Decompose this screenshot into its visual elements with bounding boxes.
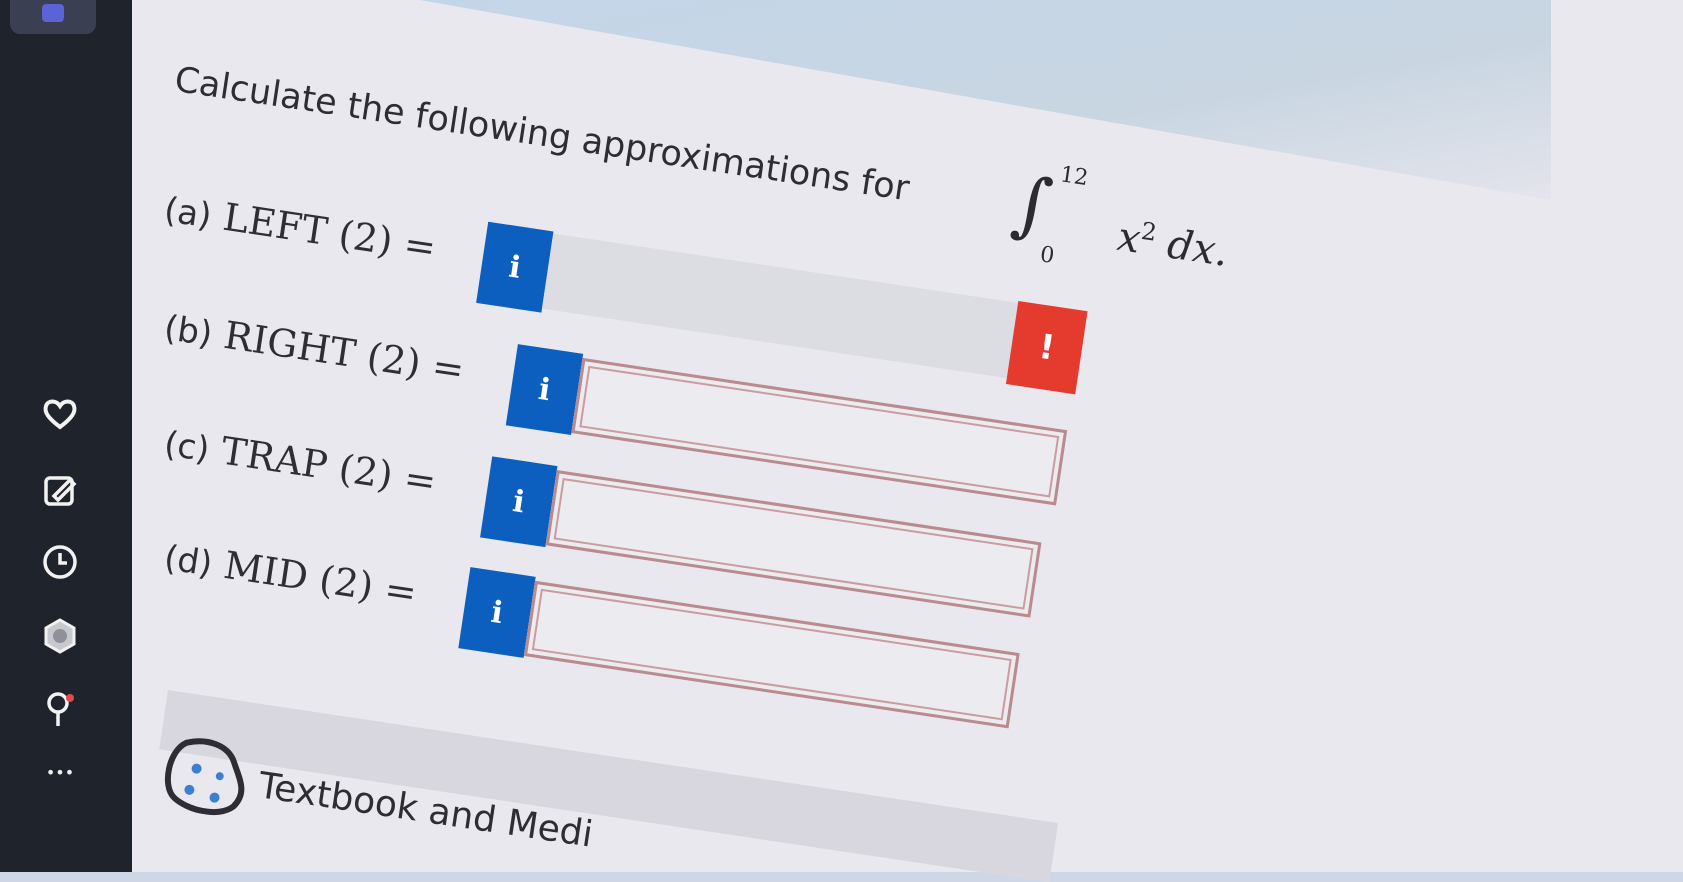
- integrand-differential: dx.: [1164, 221, 1232, 276]
- hexagon-icon[interactable]: [38, 614, 82, 658]
- error-icon[interactable]: !: [1005, 300, 1088, 395]
- clock-icon[interactable]: [38, 540, 82, 584]
- pin-icon[interactable]: [38, 688, 82, 732]
- part-d-letter: (d): [161, 537, 216, 585]
- app-sidebar: •••: [0, 0, 132, 872]
- info-button[interactable]: i: [476, 221, 554, 313]
- info-button[interactable]: i: [458, 567, 536, 658]
- logo-icon: [42, 4, 64, 22]
- integral-upper-limit: 12: [1058, 162, 1090, 192]
- edit-icon[interactable]: [38, 468, 82, 512]
- part-c-letter: (c): [161, 423, 213, 471]
- app-logo[interactable]: [10, 0, 96, 34]
- part-a-letter: (a): [161, 189, 215, 237]
- integrand-exponent: 2: [1139, 216, 1159, 247]
- more-icon[interactable]: •••: [38, 750, 82, 794]
- info-button[interactable]: i: [505, 344, 584, 436]
- palette-icon: [156, 730, 257, 824]
- heart-icon[interactable]: [38, 392, 82, 436]
- info-button[interactable]: i: [480, 456, 558, 548]
- part-b-letter: (b): [161, 307, 216, 355]
